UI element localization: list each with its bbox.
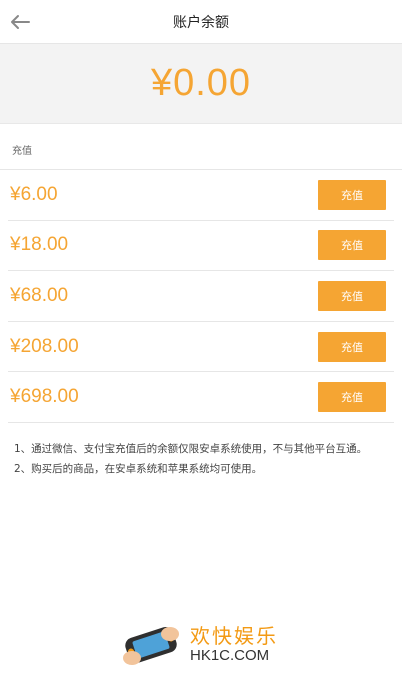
back-button[interactable] xyxy=(6,8,34,36)
recharge-button[interactable]: 充值 xyxy=(318,331,386,362)
page-title: 账户余额 xyxy=(173,14,229,31)
recharge-button[interactable]: 充值 xyxy=(318,382,386,413)
recharge-price: ¥68.00 xyxy=(10,284,69,306)
note-item: 2、购买后的商品，在安卓系统和苹果系统均可使用。 xyxy=(14,462,263,475)
recharge-row: ¥6.00 充值 xyxy=(8,170,394,221)
balance-amount: ¥0.00 xyxy=(150,62,252,104)
watermark-logo: 欢快娱乐 HK1C.COM xyxy=(120,620,278,670)
balance-panel: ¥0.00 xyxy=(0,44,402,124)
notes: 1、通过微信、支付宝充值后的余额仅限安卓系统使用，不与其他平台互通。 2、购买后… xyxy=(0,423,402,479)
recharge-list: ¥6.00 充值 ¥18.00 充值 ¥68.00 充值 ¥208.00 充值 … xyxy=(0,170,402,423)
recharge-row: ¥18.00 充值 xyxy=(8,221,394,272)
recharge-row: ¥68.00 充值 xyxy=(8,271,394,322)
recharge-price: ¥208.00 xyxy=(10,335,79,357)
recharge-row: ¥208.00 充值 xyxy=(8,322,394,373)
recharge-button[interactable]: 充值 xyxy=(318,280,386,311)
section-label: 充值 xyxy=(0,124,402,170)
game-controller-icon xyxy=(123,626,179,665)
recharge-price: ¥6.00 xyxy=(10,183,58,205)
recharge-button[interactable]: 充值 xyxy=(318,179,386,210)
watermark-cn: 欢快娱乐 xyxy=(190,624,278,648)
recharge-row: ¥698.00 充值 xyxy=(8,372,394,423)
recharge-button[interactable]: 充值 xyxy=(318,230,386,261)
note-item: 1、通过微信、支付宝充值后的余额仅限安卓系统使用，不与其他平台互通。 xyxy=(14,442,368,455)
watermark-en: HK1C.COM xyxy=(190,647,270,664)
app-header: 账户余额 xyxy=(0,0,402,44)
recharge-price: ¥698.00 xyxy=(10,386,79,408)
recharge-price: ¥18.00 xyxy=(10,234,69,256)
arrow-left-icon xyxy=(11,15,30,29)
